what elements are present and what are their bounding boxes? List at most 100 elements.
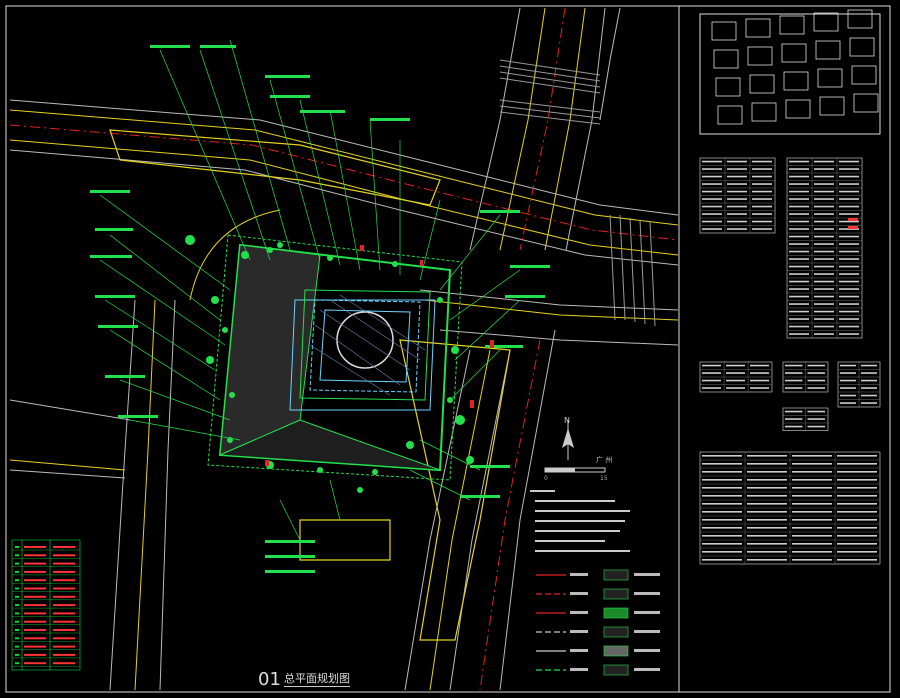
table-cell-text	[789, 325, 809, 328]
table-cell-mark	[15, 579, 19, 582]
table-cell-text	[814, 265, 834, 268]
table-cell-text	[702, 372, 721, 374]
table-cell-text	[789, 258, 809, 260]
table-cell-text	[702, 535, 742, 537]
table-cell-text	[839, 198, 859, 200]
table-cell-text	[839, 333, 859, 335]
table-cell-text	[789, 228, 809, 230]
table-cell-mark	[24, 653, 46, 656]
table-cell-text	[839, 250, 859, 253]
table-cell-text	[702, 175, 722, 178]
map-city-block	[717, 105, 743, 125]
table-cell-text	[752, 220, 772, 223]
table-cell-text	[752, 190, 772, 193]
table-cell-mark	[53, 546, 75, 548]
table-cell-text	[839, 175, 859, 178]
table-cell-mark	[24, 579, 46, 582]
table-cell-text	[792, 559, 832, 561]
map-city-block	[751, 102, 777, 122]
table-cell-text	[839, 273, 859, 275]
table-cell-text	[814, 190, 834, 193]
table-cell-text	[814, 280, 834, 283]
table-cell-text	[702, 479, 742, 481]
legend-text-mark	[634, 668, 660, 671]
table-cell-text	[792, 487, 832, 489]
table-cell-mark	[24, 587, 46, 590]
table-cell-text	[814, 228, 834, 230]
table-cell-text	[702, 228, 722, 230]
table-cell-mark	[15, 662, 19, 665]
legend-text-mark	[570, 649, 588, 652]
table-cell-text	[747, 455, 787, 457]
table-cell-text	[807, 387, 825, 389]
table-cell-text	[747, 535, 787, 537]
table-cell-text	[840, 364, 856, 367]
table-cell-text	[789, 160, 809, 163]
table-cell-text	[702, 220, 722, 223]
map-city-block	[715, 77, 741, 97]
table-cell-text	[727, 160, 747, 163]
table-cell-text	[747, 551, 787, 553]
table-cell-mark	[24, 637, 46, 640]
table-highlight	[848, 226, 858, 229]
map-city-block	[813, 12, 839, 32]
table-cell-text	[861, 402, 877, 404]
table-cell-text	[789, 280, 809, 283]
table-cell-text	[785, 425, 803, 428]
table-cell-mark	[24, 570, 46, 573]
table-cell-mark	[15, 546, 19, 548]
table-cell-text	[702, 559, 742, 561]
table-cell-text	[702, 511, 742, 513]
table-cell-text	[814, 288, 834, 290]
table-cell-text	[789, 205, 809, 208]
table-cell-text	[702, 527, 742, 529]
table-cell-mark	[53, 653, 75, 656]
table-cell-text	[814, 250, 834, 253]
table-cell-mark	[53, 604, 75, 607]
table-cell-text	[814, 310, 834, 313]
table-cell-text	[839, 190, 859, 193]
table-cell-text	[789, 183, 809, 185]
legend-fill-symbol	[603, 607, 629, 619]
table-cell-text	[747, 559, 787, 561]
legend-text-mark	[570, 573, 588, 576]
table-cell-text	[792, 551, 832, 553]
table-cell-text	[747, 543, 787, 545]
drawing-frame	[5, 5, 891, 693]
location-map	[699, 9, 881, 135]
table-cell-text	[752, 198, 772, 200]
legend-text-mark	[570, 630, 588, 633]
table-cell-mark	[15, 562, 19, 565]
table-cell-mark	[53, 570, 75, 573]
table-cell-text	[789, 273, 809, 275]
table-cell-text	[792, 511, 832, 513]
table-cell-mark	[24, 562, 46, 565]
table-cell-text	[752, 205, 772, 208]
table-cell-mark	[53, 629, 75, 631]
table-cell-mark	[15, 570, 19, 573]
legend-text-mark	[634, 649, 660, 652]
table-cell-text	[807, 425, 825, 428]
table-cell-text	[807, 379, 825, 382]
map-city-block	[745, 18, 771, 38]
table-cell-text	[837, 527, 877, 529]
table-cell-text	[837, 535, 877, 537]
table-cell-text	[792, 503, 832, 505]
table-cell-text	[747, 463, 787, 465]
table-cell-mark	[24, 554, 46, 557]
table-cell-text	[752, 213, 772, 215]
table-cell-text	[785, 418, 803, 420]
table-cell-text	[839, 288, 859, 290]
map-city-block	[815, 40, 841, 60]
table-cell-text	[814, 198, 834, 200]
table-cell-text	[702, 183, 722, 185]
table-cell-text	[789, 243, 809, 245]
map-city-block	[847, 9, 873, 29]
table-cell-text	[814, 183, 834, 185]
table-cell-text	[837, 495, 877, 497]
table-cell-text	[789, 198, 809, 200]
table-cell-text	[837, 487, 877, 489]
table-cell-text	[839, 280, 859, 283]
table-cell-text	[785, 372, 803, 374]
table-cell-text	[814, 213, 834, 215]
